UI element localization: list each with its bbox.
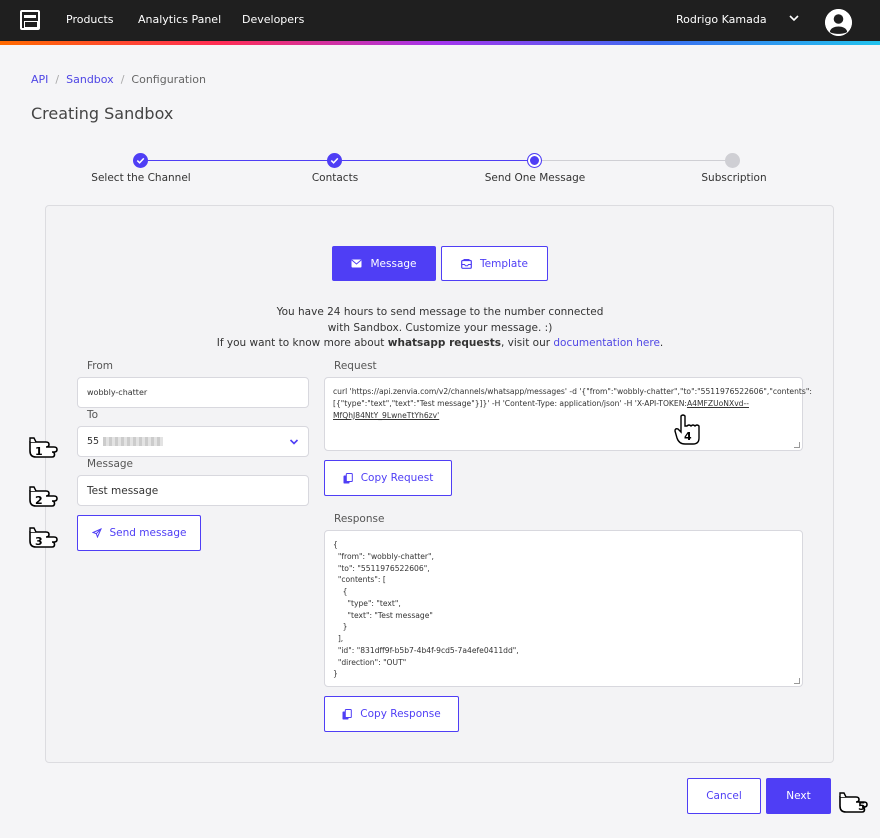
info-text: You have 24 hours to send message to the… <box>200 305 680 352</box>
pointing-hand-icon: 3 <box>29 527 58 548</box>
step-2-check-icon <box>327 153 342 168</box>
response-textarea[interactable]: { "from": "wobbly-chatter", "to": "55119… <box>324 530 803 687</box>
page-title: Creating Sandbox <box>31 104 174 123</box>
stepper-remaining-line <box>535 160 733 161</box>
breadcrumb-api[interactable]: API <box>31 73 48 86</box>
send-message-label: Send message <box>109 527 187 539</box>
request-line-3: MfQhJ84NtY_9LwneTtYh6zv' <box>333 410 794 422</box>
inbox-icon <box>461 258 472 269</box>
response-body: { "from": "wobbly-chatter", "to": "55119… <box>333 540 519 679</box>
next-button[interactable]: Next <box>766 778 831 814</box>
info-line-3-mid: , visit our <box>501 337 554 349</box>
pointing-hand-icon: 5 <box>839 792 868 813</box>
step-3-active-dot <box>527 153 542 168</box>
breadcrumb-sandbox[interactable]: Sandbox <box>66 73 114 86</box>
info-line-3: If you want to know more about whatsapp … <box>200 336 680 352</box>
cancel-label: Cancel <box>706 790 742 802</box>
send-icon <box>91 528 102 538</box>
api-token: A4MFZUoNXvd-- <box>686 398 749 408</box>
response-label: Response <box>334 513 385 525</box>
message-mode-button[interactable]: Message <box>332 246 436 281</box>
request-line-2: [{"type":"text","text":"Test message"}]}… <box>333 398 794 410</box>
breadcrumb-separator: / <box>120 73 125 86</box>
chevron-down-icon[interactable] <box>289 438 299 446</box>
breadcrumb: API / Sandbox / Configuration <box>31 73 206 86</box>
envelope-icon <box>351 259 363 268</box>
from-input[interactable]: wobbly-chatter <box>77 377 309 408</box>
step-1-check-icon <box>133 153 148 168</box>
nav-products[interactable]: Products <box>66 13 114 26</box>
message-input[interactable]: Test message <box>77 475 309 506</box>
breadcrumb-current: Configuration <box>131 73 207 86</box>
copy-response-button[interactable]: Copy Response <box>324 696 459 732</box>
avatar[interactable] <box>825 9 852 36</box>
info-whatsapp-requests: whatsapp requests <box>387 337 501 349</box>
info-line-3-prefix: If you want to know more about <box>216 337 388 349</box>
top-nav-bar: Products Analytics Panel Developers Rodr… <box>0 0 880 41</box>
step-label: Select the Channel <box>91 172 191 184</box>
request-line-1: curl 'https://api.zenvia.com/v2/channels… <box>333 387 812 396</box>
breadcrumb-separator: / <box>55 73 60 86</box>
api-token-end: MfQhJ84NtY_9LwneTtYh6zv' <box>333 410 440 420</box>
annotation-2: 2 <box>35 494 43 507</box>
info-line-2: with Sandbox. Customize your message. :) <box>327 321 553 334</box>
from-value: wobbly-chatter <box>87 388 148 397</box>
request-textarea[interactable]: curl 'https://api.zenvia.com/v2/channels… <box>324 377 812 451</box>
resize-handle[interactable] <box>794 678 800 684</box>
template-mode-label: Template <box>480 257 528 270</box>
step-label: Subscription <box>701 172 767 184</box>
user-avatar-icon <box>825 9 852 36</box>
annotation-1: 1 <box>35 445 43 458</box>
resize-handle[interactable] <box>794 442 800 448</box>
info-line-1: You have 24 hours to send message to the… <box>276 306 604 318</box>
message-label: Message <box>87 458 134 470</box>
pointing-hand-icon: 2 <box>29 486 58 507</box>
pointer-cursor-icon: 4 <box>674 414 700 445</box>
request-label: Request <box>334 360 377 372</box>
template-mode-button[interactable]: Template <box>441 246 548 281</box>
annotation-3: 3 <box>35 535 43 548</box>
to-label: To <box>87 409 99 421</box>
from-label: From <box>87 360 114 372</box>
copy-response-label: Copy Response <box>360 708 441 720</box>
annotation-5: 5 <box>858 800 866 813</box>
to-value: 55 <box>87 436 100 447</box>
nav-analytics-panel[interactable]: Analytics Panel <box>138 13 221 26</box>
annotation-4: 4 <box>684 430 692 443</box>
copy-request-label: Copy Request <box>360 472 434 484</box>
step-4-pending-dot <box>725 153 740 168</box>
app-logo-icon[interactable] <box>20 10 40 30</box>
message-value: Test message <box>87 484 159 497</box>
documentation-link[interactable]: documentation here <box>553 337 660 349</box>
send-message-button[interactable]: Send message <box>77 515 201 551</box>
step-label: Contacts <box>311 172 359 184</box>
copy-icon <box>342 708 353 719</box>
chevron-down-icon[interactable] <box>788 12 800 24</box>
step-label: Send One Message <box>484 172 586 184</box>
cancel-button[interactable]: Cancel <box>687 778 761 814</box>
info-line-3-end: . <box>659 337 664 349</box>
copy-icon <box>343 472 353 483</box>
next-label: Next <box>786 790 811 802</box>
message-mode-label: Message <box>370 257 417 270</box>
request-line-2-text: [{"type":"text","text":"Test message"}]}… <box>333 398 687 408</box>
user-name[interactable]: Rodrigo Kamada <box>676 13 767 26</box>
nav-developers[interactable]: Developers <box>242 13 304 26</box>
copy-request-button[interactable]: Copy Request <box>324 460 452 496</box>
to-select[interactable]: 55 <box>77 426 309 457</box>
pointing-hand-icon: 1 <box>29 437 58 458</box>
brand-gradient-bar <box>0 41 880 45</box>
redacted-phone <box>103 437 164 446</box>
